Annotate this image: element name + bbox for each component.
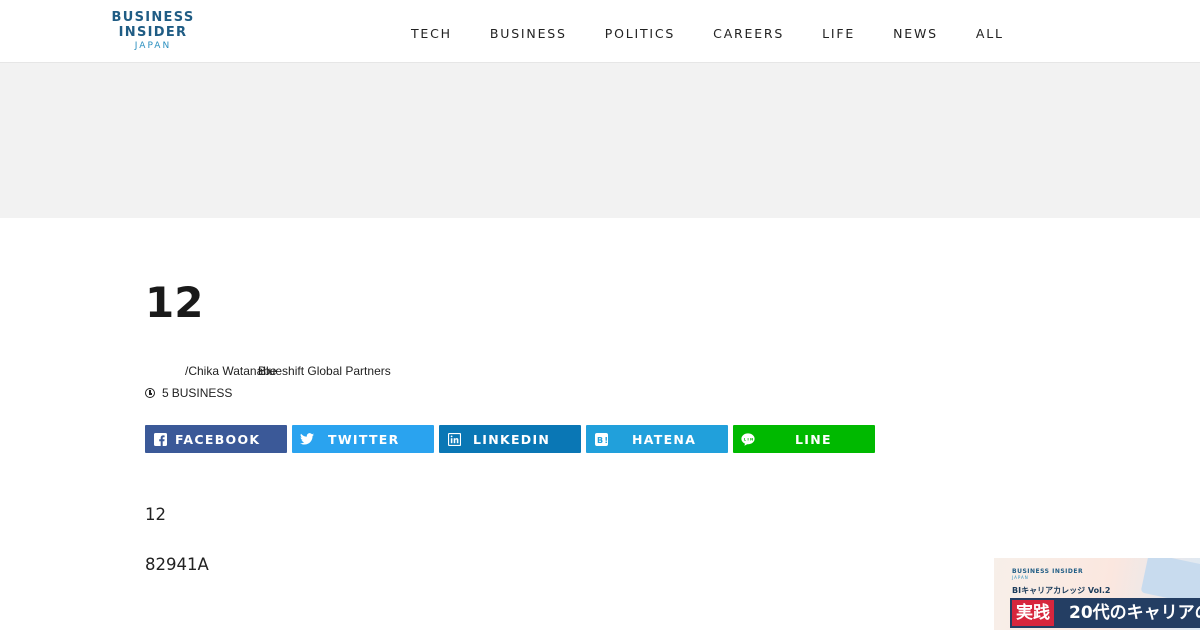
clock-icon [145,388,155,398]
nav-business[interactable]: BUSINESS [490,26,567,41]
facebook-share-label: FACEBOOK [175,431,261,447]
share-buttons: FACEBOOK TWITTER LINKEDIN B! HATENA LINE… [145,425,875,453]
nav-all[interactable]: ALL [976,26,1004,41]
floating-ad-banner[interactable]: BUSINESS INSIDER JAPAN BIキャリアカレッジ Vol.2 … [994,558,1200,630]
twitter-share-label: TWITTER [328,431,400,447]
article-meta: 5 BUSINESS [145,386,232,400]
line-share-label: LINE [795,431,832,447]
svg-text:LINE: LINE [744,436,755,441]
linkedin-share-button[interactable]: LINKEDIN [439,425,581,453]
article-title: 12 [145,278,204,327]
nav-careers[interactable]: CAREERS [713,26,784,41]
line-icon: LINE [741,432,755,446]
site-header: BUSINESS INSIDER JAPAN TECH BUSINESS POL… [0,0,1200,63]
twitter-icon [300,432,314,446]
twitter-share-button[interactable]: TWITTER [292,425,434,453]
main-nav: TECH BUSINESS POLITICS CAREERS LIFE NEWS… [411,26,1004,41]
svg-text:B!: B! [597,436,608,445]
author-affiliation: Blueshift Global Partners [258,364,391,378]
facebook-share-button[interactable]: FACEBOOK [145,425,287,453]
ad-headline: 20代のキャリアの [1069,603,1200,623]
article-paragraph: 82941A [145,555,209,574]
article-paragraph: 12 [145,505,166,524]
ad-tag: 実践 [1012,600,1054,626]
nav-news[interactable]: NEWS [893,26,938,41]
ad-banner-area [0,63,1200,218]
ad-brand-sub: JAPAN [1012,575,1029,580]
business-insider-logo[interactable]: BUSINESS INSIDER JAPAN [108,11,198,51]
hatena-share-label: HATENA [632,431,697,447]
hatena-share-button[interactable]: B! HATENA [586,425,728,453]
logo-line-3: JAPAN [134,41,172,51]
ad-brand: BUSINESS INSIDER [1012,568,1084,575]
linkedin-share-label: LINKEDIN [473,431,551,447]
facebook-icon [153,432,167,446]
linkedin-icon [447,432,461,446]
logo-line-1: BUSINESS [111,10,195,25]
publish-time: 5 [162,386,169,400]
ad-subtitle: BIキャリアカレッジ Vol.2 [1012,586,1111,595]
logo-line-2: INSIDER [118,25,188,40]
nav-politics[interactable]: POLITICS [605,26,675,41]
nav-life[interactable]: LIFE [822,26,855,41]
line-share-button[interactable]: LINE LINE [733,425,875,453]
nav-tech[interactable]: TECH [411,26,452,41]
hatena-icon: B! [594,432,608,446]
category-link[interactable]: BUSINESS [172,386,233,400]
